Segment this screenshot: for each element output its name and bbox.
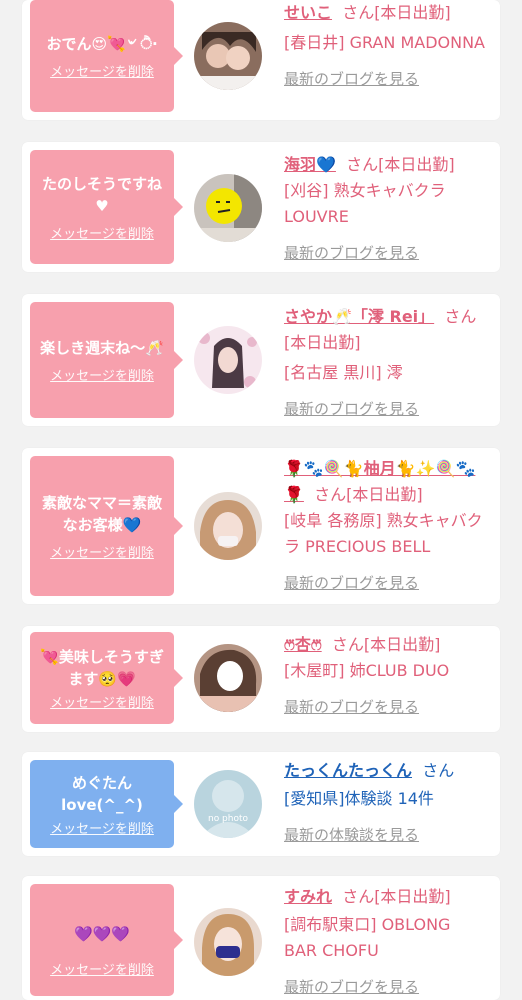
shop-name: [名古屋 黒川] 澪 — [284, 363, 403, 382]
message-card: おでん😍💘৺ ੈ‧ メッセージを削除 せいこ さん[本日出勤] [春日井] GR… — [22, 0, 500, 120]
bubble-tail — [174, 795, 183, 813]
avatar[interactable] — [194, 908, 262, 976]
blog-link[interactable]: 最新のブログを見る — [284, 240, 494, 266]
message-card: 素敵なママ＝素敵なお客様💙 メッセージを削除 🌹🐾🍭🐈柚月🐈✨🍭🐾🌹 さん[本日… — [22, 448, 500, 604]
message-text: 素敵なママ＝素敵なお客様💙 — [41, 493, 162, 534]
review-link[interactable]: 最新の体験談を見る — [284, 822, 494, 848]
message-card: 💘美味しそうすぎます🥺💗 メッセージを削除 ෆ⃛杏ෆ⃛ さん[本日出勤] [木屋… — [22, 626, 500, 732]
message-card: めぐたんlove(^_^) メッセージを削除 no photo たっくんたっくん… — [22, 752, 500, 856]
cast-status: さん[本日出勤] — [331, 635, 441, 654]
cast-name-link[interactable]: 海羽💙 — [284, 155, 336, 174]
message-text: 💘美味しそうすぎます🥺💗 — [40, 647, 164, 688]
cast-status: さん[本日出勤] — [342, 3, 451, 22]
cast-status: さん[本日出勤] — [342, 887, 451, 906]
cast-status: さん[本日出勤] — [346, 155, 455, 174]
delete-message-link[interactable]: メッセージを削除 — [50, 692, 154, 711]
shop-name: [調布駅東口] OBLONG BAR CHOFU — [284, 915, 451, 960]
message-card: 💜💜💜 メッセージを削除 すみれ さん[本日出勤] [調布駅東口] OBLONG… — [22, 876, 500, 1000]
blog-link[interactable]: 最新のブログを見る — [284, 694, 494, 720]
message-card: たのしそうですね♥ メッセージを削除 海羽💙 さん[本日出勤] [刈谷] 熟女キ… — [22, 142, 500, 272]
delete-message-link[interactable]: メッセージを削除 — [50, 61, 154, 80]
delete-message-link[interactable]: メッセージを削除 — [50, 223, 154, 242]
message-bubble: 素敵なママ＝素敵なお客様💙 メッセージを削除 — [30, 456, 183, 596]
message-bubble: たのしそうですね♥ メッセージを削除 — [30, 150, 183, 264]
bubble-tail — [174, 47, 183, 65]
delete-message-link[interactable]: メッセージを削除 — [50, 542, 154, 561]
blog-link[interactable]: 最新のブログを見る — [284, 66, 494, 92]
avatar[interactable] — [194, 22, 262, 90]
avatar[interactable]: no photo — [194, 770, 262, 838]
message-bubble: 楽しき週末ね〜🥂 メッセージを削除 — [30, 302, 183, 418]
cast-name-link[interactable]: さやか🥂「澪 Rei」 — [284, 307, 434, 326]
bubble-tail — [174, 669, 183, 687]
blog-link[interactable]: 最新のブログを見る — [284, 974, 494, 1000]
message-card: 楽しき週末ね〜🥂 メッセージを削除 さやか🥂「澪 Rei」 さん[本日出勤] [… — [22, 294, 500, 426]
message-bubble: めぐたんlove(^_^) メッセージを削除 — [30, 760, 183, 848]
message-text: めぐたんlove(^_^) — [61, 773, 143, 814]
avatar[interactable] — [194, 174, 262, 242]
message-bubble: おでん😍💘৺ ੈ‧ メッセージを削除 — [30, 0, 183, 112]
cast-status: さん[本日出勤] — [314, 485, 423, 504]
shop-name: [春日井] GRAN MADONNA — [284, 33, 485, 52]
message-text: 楽しき週末ね〜🥂 — [40, 338, 164, 357]
cast-name-link[interactable]: せいこ — [284, 3, 332, 22]
delete-message-link[interactable]: メッセージを削除 — [50, 365, 154, 384]
cast-name-link[interactable]: すみれ — [284, 887, 332, 906]
avatar[interactable] — [194, 644, 262, 712]
shop-name: [愛知県]体験談 14件 — [284, 789, 434, 808]
blog-link[interactable]: 最新のブログを見る — [284, 570, 494, 596]
shop-name: [刈谷] 熟女キャバクラ LOUVRE — [284, 181, 446, 226]
message-bubble: 💘美味しそうすぎます🥺💗 メッセージを削除 — [30, 632, 183, 724]
no-photo-text: no photo — [207, 814, 249, 824]
cast-name-link[interactable]: ෆ⃛杏ෆ⃛ — [284, 635, 322, 654]
cast-name-link[interactable]: たっくんたっくん — [284, 761, 412, 780]
cast-status: さん — [422, 761, 455, 780]
shop-name: [岐阜 各務原] 熟女キャバクラ PRECIOUS BELL — [284, 511, 483, 556]
delete-message-link[interactable]: メッセージを削除 — [50, 818, 154, 837]
bubble-tail — [174, 931, 183, 949]
avatar[interactable] — [194, 492, 262, 560]
bubble-tail — [174, 198, 183, 216]
shop-name: [木屋町] 姉CLUB DUO — [284, 661, 450, 680]
message-text: たのしそうですね♥ — [42, 174, 163, 215]
message-text: おでん😍💘৺ ੈ‧ — [46, 34, 158, 53]
bubble-tail — [174, 351, 183, 369]
blog-link[interactable]: 最新のブログを見る — [284, 396, 494, 422]
message-bubble: 💜💜💜 メッセージを削除 — [30, 884, 183, 996]
message-text: 💜💜💜 — [73, 924, 131, 943]
avatar[interactable] — [194, 326, 262, 394]
delete-message-link[interactable]: メッセージを削除 — [50, 959, 154, 978]
bubble-tail — [174, 517, 183, 535]
